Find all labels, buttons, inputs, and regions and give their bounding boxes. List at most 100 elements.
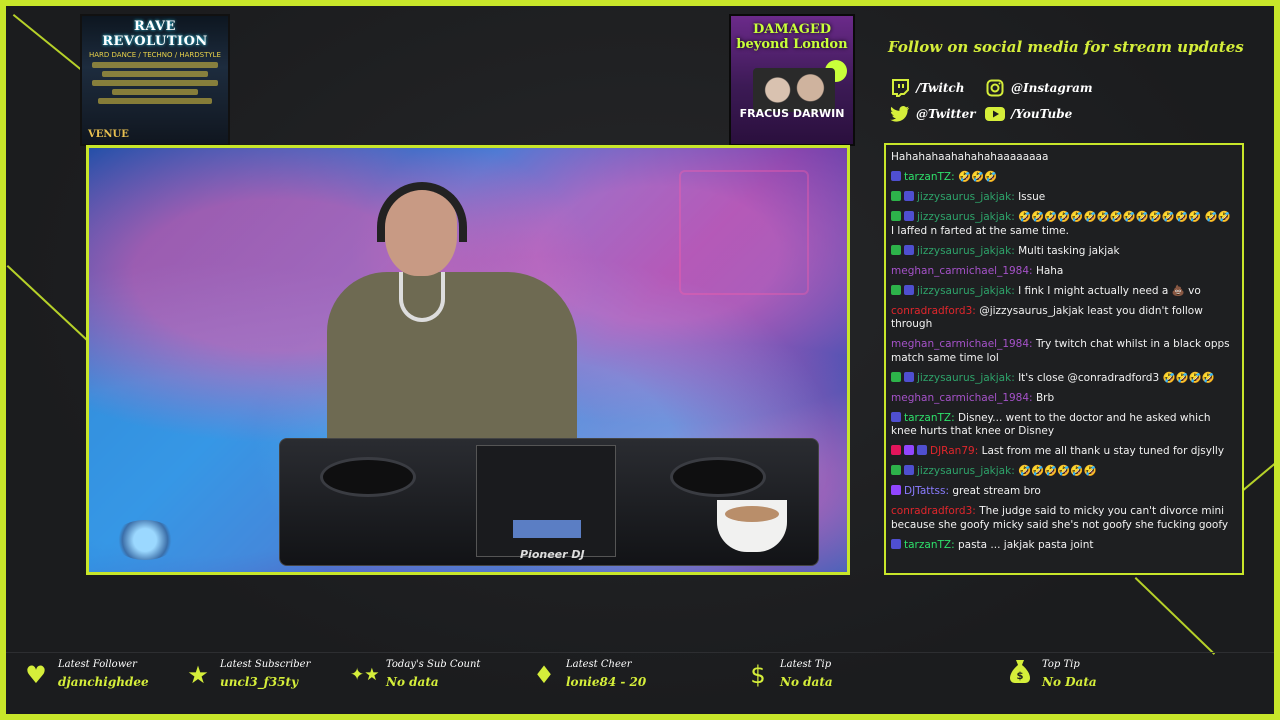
social-twitch[interactable]: /Twitch (890, 78, 964, 98)
svg-text:$: $ (1017, 671, 1024, 682)
background-logo (679, 170, 809, 295)
chat-text: Haha (1035, 264, 1064, 277)
chat-username[interactable]: jizzysaurus_jakjak (917, 285, 1011, 297)
sub-badge-icon (904, 284, 914, 295)
social-instagram[interactable]: @Instagram (985, 78, 1093, 98)
chat-text: Multi tasking jakjak (1018, 244, 1120, 257)
stat-value: lonie84 - 20 (566, 675, 647, 689)
chat-message: tarzanTZ: Disney... went to the doctor a… (891, 411, 1236, 439)
instagram-label: @Instagram (1011, 81, 1093, 95)
poster-venue: VENUE (88, 129, 129, 140)
social-youtube[interactable]: /YouTube (985, 104, 1072, 124)
chat-text: 🤣🤣🤣🤣🤣🤣 (1018, 465, 1097, 477)
stat-value: djanchighdee (58, 675, 149, 689)
stat-value: No Data (1042, 675, 1097, 689)
chat-panel[interactable]: Hahahahaahahahahaaaaaaaa tarzanTZ: 🤣🤣🤣 jiz… (884, 143, 1244, 575)
stat-value: No data (780, 675, 833, 689)
chat-message: meghan_carmichael_1984: Try twitch chat … (891, 338, 1236, 365)
poster-subtitle: HARD DANCE / TECHNO / HARDSTYLE (89, 51, 221, 59)
chat-username[interactable]: jizzysaurus_jakjak (917, 211, 1011, 223)
sub-badge-icon (891, 171, 901, 181)
poster-photo (753, 68, 835, 112)
chat-message: jizzysaurus_jakjak: It's close @conradra… (891, 371, 1236, 386)
chat-username[interactable]: jizzysaurus_jakjak (917, 372, 1011, 384)
headphones-icon (377, 182, 467, 242)
webcam-feed: Pioneer DJ (86, 145, 850, 575)
chat-separator: : (951, 411, 958, 424)
prime-badge-icon (904, 445, 914, 455)
chat-message: Hahahahaahahahahaaaaaaaa (891, 151, 1236, 165)
chat-message: DJRan79: Last from me all thank u stay t… (891, 445, 1236, 459)
chat-separator: : (1029, 391, 1036, 404)
twitter-icon (890, 104, 910, 124)
stars-icon: ✦★ (350, 665, 380, 685)
sub-badge-icon (904, 465, 914, 475)
mod-badge-icon (891, 211, 901, 221)
chat-separator: : (951, 171, 958, 183)
chat-username[interactable]: jizzysaurus_jakjak (917, 245, 1011, 257)
controller-screen (513, 520, 581, 538)
chat-username[interactable]: tarzanTZ (904, 171, 951, 183)
chat-text: Brb (1035, 391, 1055, 404)
poster-decor (92, 80, 218, 86)
chat-text: Hahahahaahahahahaaaaaaaa (891, 151, 1049, 163)
sub-badge-icon (904, 371, 914, 382)
sub-badge-icon (904, 244, 914, 255)
stat-value: uncl3_f35ty (220, 675, 299, 689)
chat-username[interactable]: tarzanTZ (904, 412, 951, 424)
chat-separator: : (951, 538, 958, 551)
chat-message: jizzysaurus_jakjak: 🤣🤣🤣🤣🤣🤣 (891, 465, 1236, 479)
chat-message: jizzysaurus_jakjak: Multi tasking jakjak (891, 244, 1236, 259)
chat-text: Issue (1018, 191, 1046, 203)
stat-label: Top Tip (1042, 659, 1080, 670)
poster-names: FRACUS DARWIN (739, 107, 845, 120)
sub-badge-icon (917, 445, 927, 455)
chat-username[interactable]: meghan_carmichael_1984 (891, 338, 1029, 350)
bottom-divider (6, 652, 1274, 653)
chat-username[interactable]: conradradford3 (891, 305, 972, 317)
chat-username[interactable]: meghan_carmichael_1984 (891, 265, 1029, 277)
jog-wheel-left (320, 457, 416, 497)
chat-separator: : (1029, 338, 1036, 350)
dj-performer (327, 180, 587, 460)
twitter-label: @Twitter (916, 107, 976, 121)
vip-badge-icon (891, 445, 901, 455)
poster-decor (98, 98, 212, 104)
sub-badge-icon (904, 211, 914, 221)
chat-text: pasta ... jakjak pasta joint (957, 538, 1094, 551)
mod-badge-icon (891, 191, 901, 201)
chat-username[interactable]: conradradford3 (891, 505, 972, 517)
chat-username[interactable]: jizzysaurus_jakjak (917, 191, 1011, 203)
chat-username[interactable]: DJTattss (904, 485, 945, 497)
sub-badge-icon (904, 191, 914, 201)
twitch-label: /Twitch (916, 81, 965, 95)
stat-label: Latest Follower (58, 659, 137, 670)
stat-top-tip: $ Top Tip No Data (1006, 658, 1097, 693)
chat-text: 🤣🤣🤣 (957, 171, 998, 183)
youtube-label: /YouTube (1011, 107, 1073, 121)
social-twitter[interactable]: @Twitter (890, 104, 976, 124)
chat-message: jizzysaurus_jakjak: Issue (891, 191, 1236, 205)
instagram-icon (985, 78, 1005, 98)
poster-decor (112, 89, 198, 95)
poster-decor (92, 62, 218, 68)
chat-username[interactable]: meghan_carmichael_1984 (891, 392, 1029, 404)
chat-username[interactable]: jizzysaurus_jakjak (917, 465, 1011, 477)
stat-sub-count: ✦★ Today's Sub Count No data (350, 658, 480, 692)
poster-decor (102, 71, 208, 77)
stat-label: Today's Sub Count (386, 659, 481, 670)
chat-message: meghan_carmichael_1984: Brb (891, 392, 1236, 406)
stat-label: Latest Tip (780, 659, 832, 670)
stat-latest-follower: ♥ Latest Follower djanchighdee (22, 658, 149, 692)
twitch-icon (890, 78, 910, 98)
youtube-icon (985, 104, 1005, 124)
stat-latest-subscriber: ★ Latest Subscriber uncl3_f35ty (184, 658, 310, 692)
chat-username[interactable]: DJRan79 (930, 445, 975, 457)
stat-value: No data (386, 675, 439, 689)
chat-username[interactable]: tarzanTZ (904, 539, 951, 551)
mod-badge-icon (891, 284, 901, 295)
jog-wheel-right (670, 457, 766, 497)
chat-message: tarzanTZ: pasta ... jakjak pasta joint (891, 538, 1236, 553)
money-bag-icon: $ (1006, 658, 1034, 693)
chat-text: I fink I might actually need a 💩 vo (1018, 284, 1201, 297)
